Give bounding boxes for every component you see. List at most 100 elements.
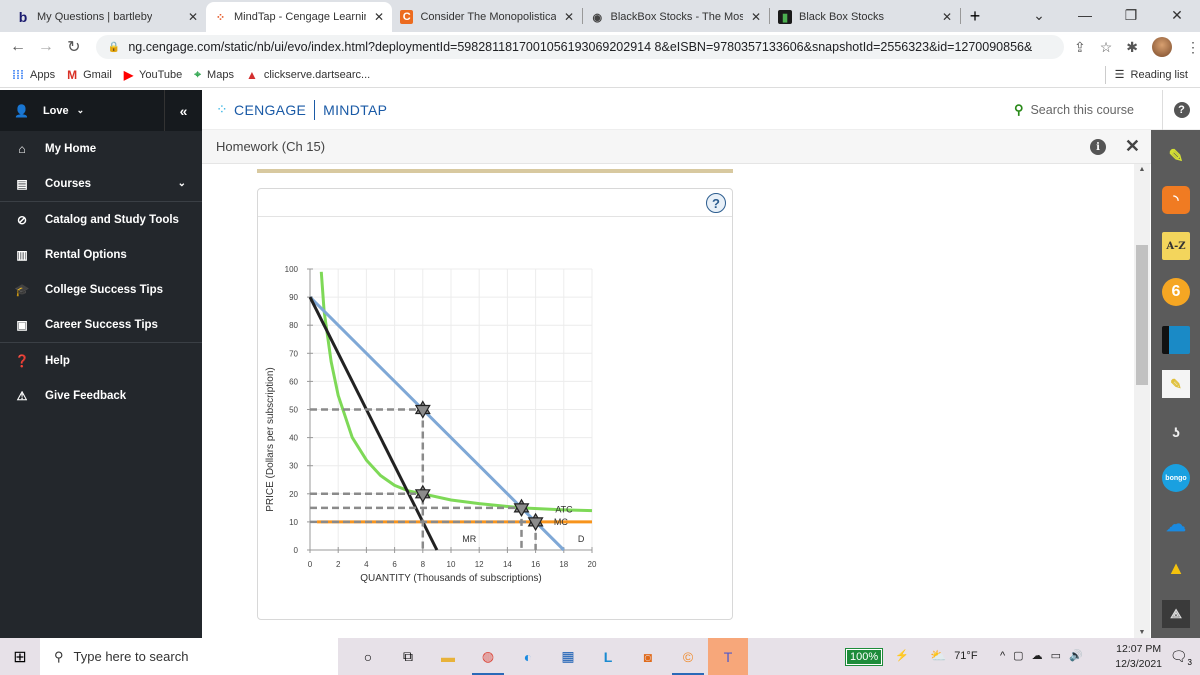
tab-search-icon[interactable]: ⌄ xyxy=(1016,7,1062,24)
content-scrollbar[interactable]: ▲ ▼ xyxy=(1134,164,1150,638)
reading-list-button[interactable]: ☰ Reading list xyxy=(1104,66,1188,84)
user-menu[interactable]: 👤 Love ⌄ « xyxy=(0,90,202,131)
taskbar-search[interactable]: ⚲ Type here to search xyxy=(40,638,338,675)
tab-bartleby[interactable]: b My Questions | bartleby ✕ xyxy=(8,2,206,32)
weather-widget[interactable]: ⛅ 71°F xyxy=(930,648,978,664)
sidebar-item-college-tips[interactable]: 🎓 College Success Tips xyxy=(0,272,202,307)
bookmark-gmail[interactable]: M Gmail xyxy=(67,68,112,82)
scroll-up-arrow[interactable]: ▲ xyxy=(1134,166,1150,173)
sidebar-item-feedback[interactable]: ⚠ Give Feedback xyxy=(0,378,202,413)
bookmark-star-icon[interactable]: ☆ xyxy=(1100,39,1113,56)
activity-header: Homework (Ch 15) i ✕ xyxy=(202,130,1160,164)
restore-button[interactable]: ❐ xyxy=(1108,7,1154,24)
x-tick-label: 6 xyxy=(392,560,397,569)
show-hidden-icons[interactable]: ^ xyxy=(1000,650,1005,662)
extensions-icon[interactable]: ✱ xyxy=(1126,39,1138,56)
close-tab-icon[interactable]: ✕ xyxy=(366,10,384,24)
tab-blackbox[interactable]: ▮ Black Box Stocks ✕ xyxy=(770,2,960,32)
task-view-icon[interactable]: ⧉ xyxy=(388,638,428,675)
app-dock: ✎ ◝ A-Z 6 ✎ ʖ bongo ☁ ▲ ⟁ xyxy=(1151,130,1200,638)
bookmark-apps[interactable]: ⁞⁞⁞ Apps xyxy=(12,68,55,82)
battery-indicator[interactable]: 100% xyxy=(844,648,884,666)
close-tab-icon[interactable]: ✕ xyxy=(556,10,574,24)
url-input[interactable]: 🔒 ng.cengage.com/static/nb/ui/evo/index.… xyxy=(95,35,1064,59)
six-circle-icon[interactable]: 6 xyxy=(1162,278,1190,306)
rss-icon[interactable]: ◝ xyxy=(1162,186,1190,214)
app-orange-icon[interactable]: ◙ xyxy=(628,638,668,675)
close-activity-button[interactable]: ✕ xyxy=(1125,136,1140,157)
y-axis-label: PRICE (Dollars per subscription) xyxy=(265,367,276,512)
system-clock[interactable]: 12:07 PM 12/3/2021 xyxy=(1115,642,1162,672)
forward-button[interactable]: → xyxy=(32,38,60,56)
tab-mindtap[interactable]: ⁘ MindTap - Cengage Learning ✕ xyxy=(206,2,392,32)
tab-chegg[interactable]: C Consider The Monopolisticall ✕ xyxy=(392,2,582,32)
reload-button[interactable]: ↻ xyxy=(60,37,88,57)
windows-start-button[interactable]: ⊞ xyxy=(0,647,40,667)
blackbox-icon: ▮ xyxy=(778,10,792,24)
scroll-down-arrow[interactable]: ▼ xyxy=(1134,629,1150,636)
notes-icon[interactable]: ✎ xyxy=(1162,370,1190,398)
collapse-sidebar-button[interactable]: « xyxy=(164,90,202,131)
sidebar-item-career-tips[interactable]: ▣ Career Success Tips xyxy=(0,307,202,342)
y-tick-label: 100 xyxy=(285,265,299,274)
az-glossary-icon[interactable]: A-Z xyxy=(1162,232,1190,260)
volume-icon[interactable]: 🔊 xyxy=(1069,649,1083,662)
onedrive-icon[interactable]: ☁ xyxy=(1162,510,1190,538)
app-c-icon[interactable]: © xyxy=(668,638,708,675)
close-window-button[interactable]: ✕ xyxy=(1154,7,1200,24)
file-explorer-icon[interactable]: ▬ xyxy=(428,638,468,675)
cengage-icon: ⁘ xyxy=(215,11,226,24)
bookmark-maps[interactable]: ⌖ Maps xyxy=(194,67,234,82)
teams-icon[interactable]: T xyxy=(708,638,748,675)
store-icon[interactable]: ▦ xyxy=(548,638,588,675)
new-tab-button[interactable]: + xyxy=(961,6,989,27)
notifications-icon[interactable]: 🗨3 xyxy=(1170,648,1192,667)
series-label-atc: ATC xyxy=(555,504,573,514)
y-tick-label: 10 xyxy=(289,518,298,527)
onedrive-tray-icon[interactable]: ☁ xyxy=(1032,649,1043,662)
monopolistic-competition-chart: 0 2 4 6 8 10 12 14 16 18 20 0 10 20 30 40 50 60 70 80 90 100 Q… xyxy=(265,265,597,584)
close-tab-icon[interactable]: ✕ xyxy=(934,10,952,24)
series-line-mr xyxy=(308,296,439,551)
edge-icon[interactable]: ◐ xyxy=(508,638,548,675)
sidebar-item-catalog[interactable]: ⊘ Catalog and Study Tools xyxy=(0,202,202,237)
back-button[interactable]: ← xyxy=(4,38,32,56)
tab-blackbox-most[interactable]: ◉ BlackBox Stocks - The Most U ✕ xyxy=(583,2,769,32)
cortana-icon[interactable]: ○ xyxy=(348,638,388,675)
sidebar-item-rental[interactable]: ▥ Rental Options xyxy=(0,237,202,272)
cengage-mindtap-logo[interactable]: ⁘ CENGAGE MINDTAP xyxy=(216,99,387,120)
y-tick-label: 90 xyxy=(289,293,298,302)
network-icon[interactable]: ▭ xyxy=(1051,649,1061,662)
cengage-tool-icon[interactable]: ⟁ xyxy=(1162,600,1190,628)
bookmark-youtube[interactable]: ▶ YouTube xyxy=(124,68,182,82)
bongo-icon[interactable]: bongo xyxy=(1162,464,1190,492)
share-icon[interactable]: ⇪ xyxy=(1074,39,1086,56)
close-tab-icon[interactable]: ✕ xyxy=(743,10,761,24)
menu-kebab-icon[interactable]: ⋮ xyxy=(1186,39,1200,56)
sidebar-item-my-home[interactable]: ⌂ My Home xyxy=(0,131,202,166)
course-search[interactable]: ⚲ Search this course xyxy=(1014,102,1134,118)
header-help-button[interactable]: ? xyxy=(1162,90,1200,130)
info-icon[interactable]: i xyxy=(1090,139,1106,155)
sidebar-item-help[interactable]: ❓ Help xyxy=(0,343,202,378)
bookmark-clickserve[interactable]: ▲ clickserve.dartsearc... xyxy=(246,68,370,82)
series-line-atc xyxy=(319,271,593,513)
app-l-icon[interactable]: L xyxy=(588,638,628,675)
ebook-icon[interactable] xyxy=(1162,326,1190,354)
sidebar-item-courses[interactable]: ▤ Courses ⌄ xyxy=(0,166,202,201)
meet-icon[interactable]: ▢ xyxy=(1013,649,1023,662)
close-tab-icon[interactable]: ✕ xyxy=(180,10,198,24)
lock-icon: 🔒 xyxy=(107,41,121,53)
chevron-down-icon: ⌄ xyxy=(177,178,186,189)
profile-avatar[interactable] xyxy=(1152,37,1173,57)
bookmarks-bar: ⁞⁞⁞ Apps M Gmail ▶ YouTube ⌖ Maps ▲ clickserv… xyxy=(0,62,1200,88)
grad-cap-icon: 🎓 xyxy=(14,282,30,297)
y-tick-label: 50 xyxy=(289,406,298,415)
minimize-button[interactable]: — xyxy=(1062,7,1108,23)
highlighter-icon[interactable]: ✎ xyxy=(1162,142,1190,170)
chrome-icon[interactable]: ◍ xyxy=(468,638,508,675)
scroll-thumb[interactable] xyxy=(1136,245,1148,385)
read-aloud-icon[interactable]: ʖ xyxy=(1162,418,1190,446)
system-tray: ^ ▢ ☁ ▭ 🔊 xyxy=(1000,649,1083,663)
google-drive-icon[interactable]: ▲ xyxy=(1162,554,1190,582)
